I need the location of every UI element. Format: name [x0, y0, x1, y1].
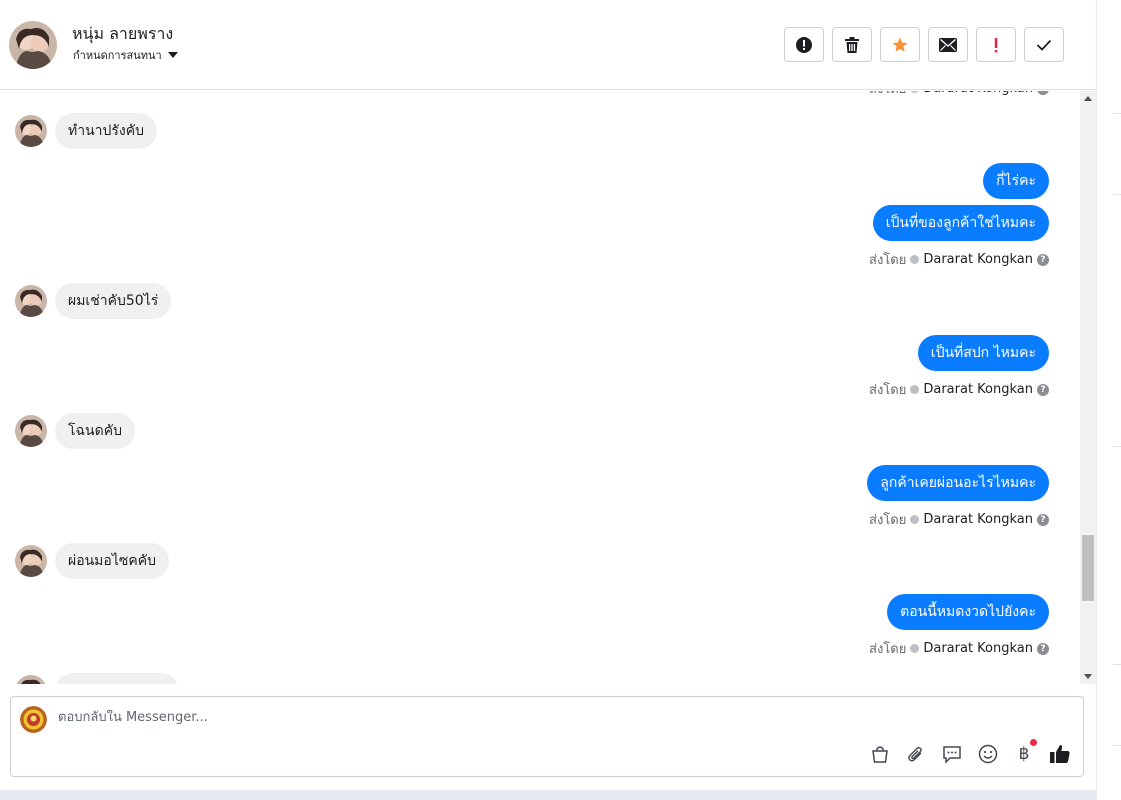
help-icon[interactable]: ? [1037, 253, 1049, 266]
scroll-up-arrow[interactable] [1084, 96, 1092, 101]
star-icon [892, 37, 908, 52]
sender-avatar[interactable] [15, 415, 47, 447]
message-bubble-incoming[interactable]: ผมเช่าคับ50ไร่ [55, 283, 172, 319]
paperclip-icon [908, 746, 922, 762]
sent-by-line: ส่งโดย Dararat Kongkan ? [869, 379, 1049, 400]
scroll-down-arrow[interactable] [1084, 674, 1092, 679]
message-bubble-outgoing[interactable]: ตอนนี้หมดงวดไปยังคะ [887, 594, 1049, 630]
conversation-header: หนุ่ม ลายพราง กำหนดการสนทนา [0, 0, 1096, 90]
chevron-down-icon [167, 52, 178, 58]
message-bubble-incoming[interactable]: ทำนาปรังคับ [55, 113, 158, 149]
sender-avatar[interactable] [15, 115, 47, 147]
alert-circle-icon [796, 36, 812, 53]
message-bubble-outgoing[interactable]: กี่ไร่คะ [983, 163, 1049, 199]
verified-icon [910, 515, 920, 524]
message-bubble-outgoing[interactable]: ลูกค้าเคยผ่อนอะไรไหมคะ [867, 465, 1049, 501]
attach-button[interactable] [905, 743, 927, 765]
verified-icon [910, 91, 920, 93]
notification-dot [1030, 739, 1037, 746]
payment-button[interactable]: ฿ [1013, 739, 1037, 765]
contact-avatar[interactable] [9, 21, 57, 69]
message-row-incoming: ผมเช่าคับ50ไร่ [15, 283, 172, 319]
help-icon[interactable]: ? [1037, 91, 1049, 95]
help-icon[interactable]: ? [1037, 513, 1049, 526]
conversation-label-dropdown[interactable]: กำหนดการสนทนา [73, 46, 178, 64]
message-list[interactable]: ส่งโดย Dararat Kongkan ? ทำนาปรังคับ กี่… [0, 91, 1080, 684]
reply-composer: ฿ [10, 696, 1084, 777]
smiley-icon [978, 744, 998, 764]
report-spam-button[interactable] [784, 27, 824, 62]
like-button[interactable] [1049, 743, 1071, 765]
trash-icon [845, 36, 859, 53]
saved-replies-button[interactable] [941, 743, 963, 765]
verified-icon [910, 644, 920, 653]
conversation-actions [784, 27, 1064, 62]
sender-avatar[interactable] [15, 545, 47, 577]
sender-avatar[interactable] [15, 285, 47, 317]
thumbs-up-icon [1050, 745, 1070, 763]
verified-icon [910, 385, 920, 394]
shopping-bag-icon [872, 746, 888, 763]
star-button[interactable] [880, 27, 920, 62]
mark-important-button[interactable] [976, 27, 1016, 62]
help-icon[interactable]: ? [1037, 642, 1049, 655]
message-scrollbar[interactable] [1080, 91, 1096, 684]
message-bubble-incoming[interactable]: โฉนดคับ [55, 413, 135, 449]
conversation-label-text: กำหนดการสนทนา [73, 49, 162, 62]
message-bubble-incoming[interactable]: ผ่อนมอไซคคับ [55, 543, 169, 579]
emoji-button[interactable] [977, 743, 999, 765]
sent-by-line: ส่งโดย Dararat Kongkan ? [869, 638, 1049, 659]
message-row-incoming: ทำนาปรังคับ [15, 113, 158, 149]
message-row-incoming-partial [15, 673, 179, 684]
help-icon[interactable]: ? [1037, 383, 1049, 396]
right-side-strip [1096, 0, 1121, 800]
page-avatar [20, 706, 47, 733]
message-bubble-outgoing[interactable]: เป็นที่ของลูกค้าใช่ไหมคะ [872, 205, 1049, 241]
sent-by-line: ส่งโดย Dararat Kongkan ? [869, 91, 1049, 99]
scrollbar-thumb[interactable] [1082, 535, 1094, 601]
message-row-incoming: โฉนดคับ [15, 413, 135, 449]
conversation-panel: หนุ่ม ลายพราง กำหนดการสนทนา ทำนาปรังคับ … [0, 0, 1096, 790]
sender-avatar[interactable] [15, 675, 47, 684]
mark-done-button[interactable] [1024, 27, 1064, 62]
baht-icon: ฿ [1018, 744, 1030, 764]
contact-name[interactable]: หนุ่ม ลายพราง [72, 22, 173, 47]
message-bubble-outgoing[interactable]: เป็นที่สปก ไหมคะ [917, 335, 1049, 371]
mark-unread-button[interactable] [928, 27, 968, 62]
sent-by-line: ส่งโดย Dararat Kongkan ? [869, 509, 1049, 530]
envelope-icon [939, 37, 957, 52]
verified-icon [910, 255, 920, 264]
exclamation-icon [994, 37, 998, 52]
composer-toolbar: ฿ [869, 739, 1071, 765]
reply-input[interactable] [58, 710, 958, 725]
message-row-incoming: ผ่อนมอไซคคับ [15, 543, 169, 579]
message-bubble-incoming[interactable] [55, 673, 179, 684]
shop-button[interactable] [869, 743, 891, 765]
delete-button[interactable] [832, 27, 872, 62]
checkmark-icon [1036, 39, 1052, 51]
chat-bubble-icon [943, 746, 961, 764]
sent-by-line: ส่งโดย Dararat Kongkan ? [869, 249, 1049, 270]
